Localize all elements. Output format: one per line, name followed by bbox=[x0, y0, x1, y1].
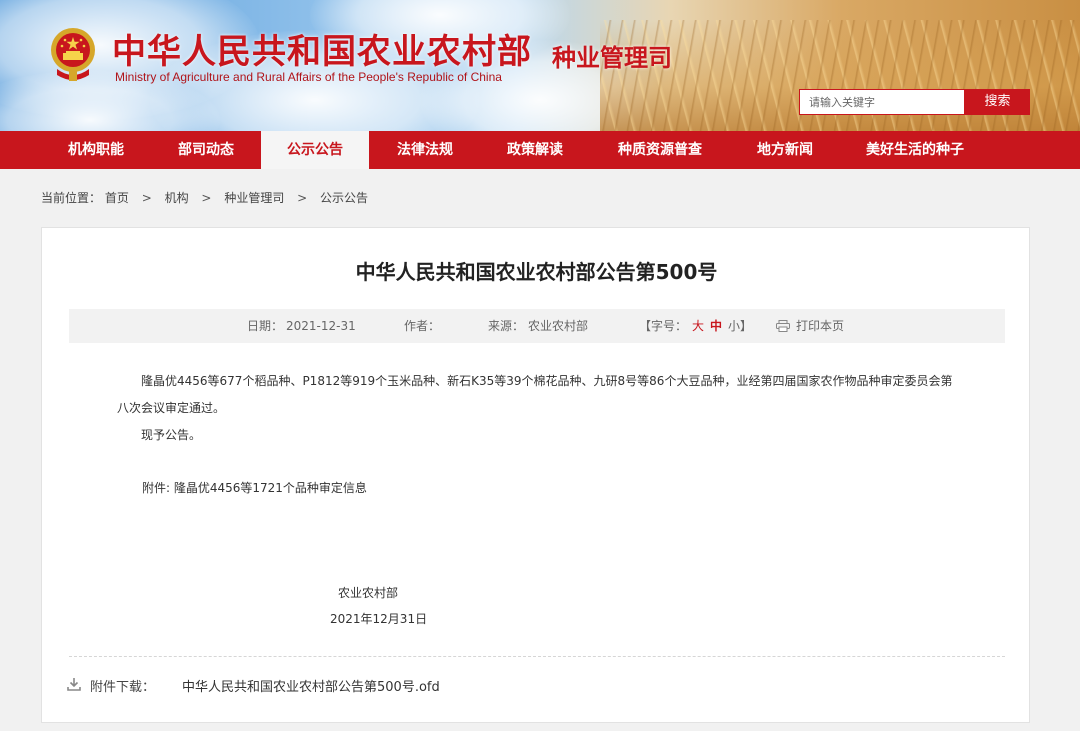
attachment-download-link[interactable]: 中华人民共和国农业农村部公告第500号.ofd bbox=[182, 676, 440, 695]
nav-item-news[interactable]: 部司动态 bbox=[151, 131, 261, 169]
department-name: 种业管理司 bbox=[552, 43, 672, 72]
print-page-button[interactable]: 打印本页 bbox=[796, 309, 844, 343]
search-button[interactable]: 搜索 bbox=[965, 89, 1030, 115]
article-source: 农业农村部 bbox=[528, 319, 589, 333]
font-size-label: 【字号： bbox=[639, 319, 688, 333]
nav-item-seeds[interactable]: 美好生活的种子 bbox=[850, 131, 980, 169]
signature-date: 2021年12月31日 bbox=[330, 612, 428, 626]
source-label: 来源： bbox=[488, 319, 525, 333]
article-body: 隆晶优4456等677个稻品种、P1812等919个玉米品种、新石K35等39个… bbox=[117, 368, 957, 449]
main-nav: 机构职能 部司动态 公示公告 法律法规 政策解读 种质资源普查 地方新闻 美好生… bbox=[0, 131, 1080, 169]
site-subtitle: Ministry of Agriculture and Rural Affair… bbox=[115, 70, 502, 84]
download-icon bbox=[67, 678, 81, 691]
printer-icon[interactable] bbox=[776, 320, 790, 332]
body-paragraph: 现予公告。 bbox=[141, 428, 202, 442]
breadcrumb: 当前位置： 首页 > 机构 > 种业管理司 > 公示公告 bbox=[41, 189, 368, 206]
breadcrumb-org[interactable]: 机构 bbox=[165, 191, 189, 205]
breadcrumb-separator: > bbox=[141, 191, 152, 205]
font-size-small[interactable]: 小】 bbox=[728, 309, 752, 343]
article-date: 2021-12-31 bbox=[286, 319, 356, 333]
nav-item-policy[interactable]: 政策解读 bbox=[480, 131, 590, 169]
nav-item-germplasm[interactable]: 种质资源普查 bbox=[600, 131, 720, 169]
search-input[interactable] bbox=[799, 89, 965, 115]
article-panel: 中华人民共和国农业农村部公告第500号 日期： 2021-12-31 作者： 来… bbox=[41, 227, 1030, 723]
attachment-note: 附件: 隆晶优4456等1721个品种审定信息 bbox=[142, 481, 367, 495]
article-title: 中华人民共和国农业农村部公告第500号 bbox=[355, 260, 718, 284]
font-size-medium[interactable]: 中 bbox=[710, 309, 722, 343]
body-paragraph: 隆晶优4456等677个稻品种、P1812等919个玉米品种、新石K35等39个… bbox=[117, 374, 953, 415]
nav-item-announcements[interactable]: 公示公告 bbox=[261, 131, 369, 169]
breadcrumb-separator: > bbox=[201, 191, 212, 205]
breadcrumb-home[interactable]: 首页 bbox=[105, 191, 129, 205]
nav-item-local-news[interactable]: 地方新闻 bbox=[730, 131, 840, 169]
font-size-large[interactable]: 大 bbox=[692, 309, 704, 343]
breadcrumb-prefix: 当前位置： bbox=[41, 191, 102, 205]
signature-organization: 农业农村部 bbox=[338, 586, 399, 600]
nav-item-laws[interactable]: 法律法规 bbox=[370, 131, 480, 169]
article-meta-bar: 日期： 2021-12-31 作者： 来源： 农业农村部 【字号： 大 中 小】… bbox=[69, 309, 1005, 343]
author-label: 作者： bbox=[404, 319, 441, 333]
breadcrumb-current[interactable]: 公示公告 bbox=[320, 191, 368, 205]
breadcrumb-dept[interactable]: 种业管理司 bbox=[224, 191, 284, 205]
divider bbox=[69, 656, 1005, 657]
site-title: 中华人民共和国农业农村部 bbox=[112, 32, 532, 72]
national-emblem-icon bbox=[51, 28, 95, 81]
breadcrumb-separator: > bbox=[297, 191, 308, 205]
attachment-download-label: 附件下载： bbox=[90, 680, 156, 695]
date-label: 日期： bbox=[247, 319, 284, 333]
nav-item-functions[interactable]: 机构职能 bbox=[41, 131, 151, 169]
